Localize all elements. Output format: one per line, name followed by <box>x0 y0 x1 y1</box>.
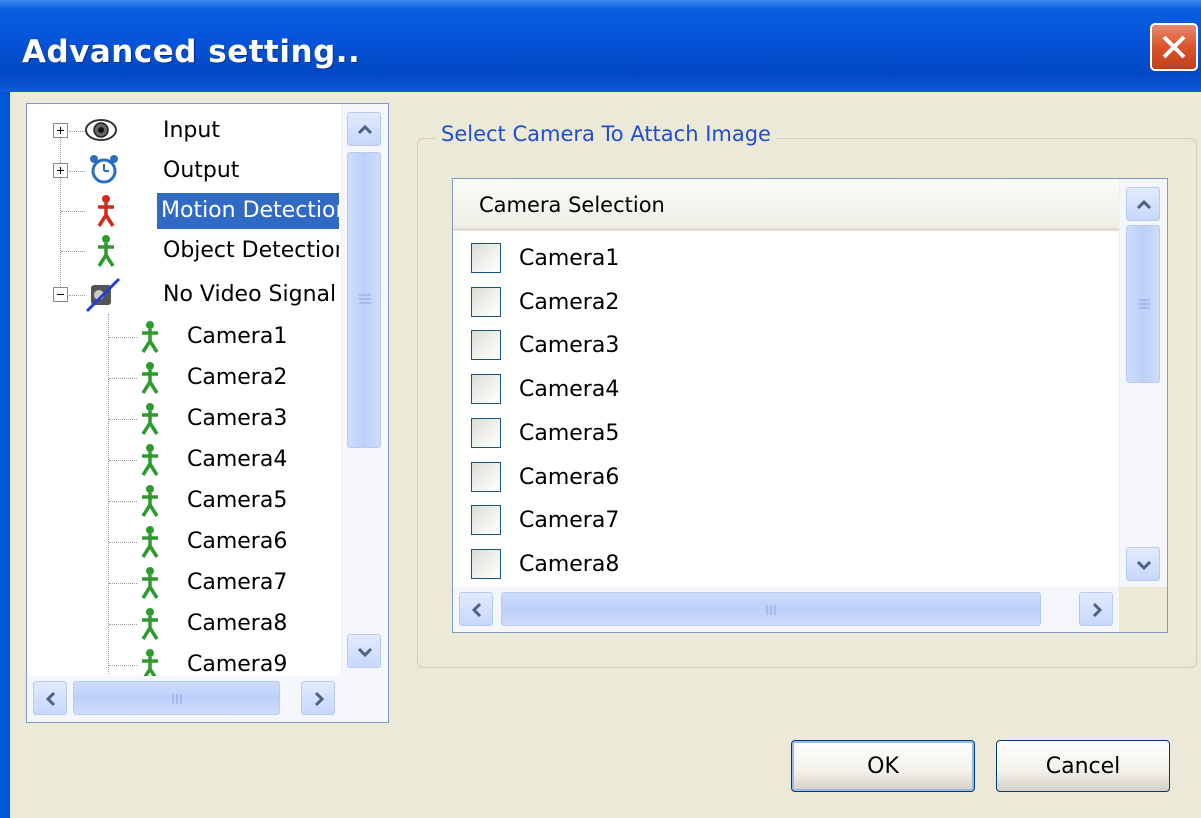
title-bar: Advanced setting.. <box>0 0 1201 92</box>
cancel-button[interactable]: Cancel <box>996 740 1170 792</box>
tree-item-label: Camera3 <box>187 406 288 431</box>
column-header-camera-selection[interactable]: Camera Selection <box>453 179 1119 231</box>
chevron-down-icon <box>357 647 373 658</box>
camera-checkbox[interactable] <box>471 286 501 317</box>
scroll-left-button[interactable] <box>459 592 493 626</box>
camera-person-icon <box>142 649 158 676</box>
expand-icon[interactable] <box>53 163 68 178</box>
scroll-thumb[interactable] <box>73 681 280 715</box>
camera-list[interactable]: Camera Selection Camera1 Camera2 Camera3 Ca… <box>452 178 1168 633</box>
list-item[interactable]: Camera1 <box>453 237 1119 280</box>
camera-person-icon <box>141 485 159 517</box>
camera-checkbox[interactable] <box>471 243 501 273</box>
scroll-left-button[interactable] <box>33 681 67 715</box>
tree-line <box>60 134 61 299</box>
camera-person-icon <box>141 362 159 394</box>
camera-checkbox[interactable] <box>471 461 501 492</box>
scroll-down-button[interactable] <box>1126 547 1160 581</box>
list-horizontal-scrollbar[interactable] <box>453 587 1119 632</box>
alarm-clock-icon <box>90 155 118 184</box>
tree-item-label: Camera8 <box>187 611 288 636</box>
tree-item-label: Object Detection <box>163 238 339 263</box>
window-frame <box>0 92 10 818</box>
scroll-down-button[interactable] <box>347 634 381 668</box>
list-item-label: Camera1 <box>519 246 620 271</box>
tree-item-label: Camera2 <box>187 365 288 390</box>
scroll-thumb[interactable] <box>501 592 1041 626</box>
tree-item-label: Camera6 <box>187 529 288 554</box>
window-title: Advanced setting.. <box>22 34 361 70</box>
camera-checkbox[interactable] <box>471 417 501 448</box>
close-icon <box>1162 35 1186 59</box>
scroll-thumb[interactable] <box>347 152 381 448</box>
expand-icon[interactable] <box>53 123 68 138</box>
chevron-up-icon <box>1136 199 1152 210</box>
list-item[interactable]: Camera4 <box>453 368 1119 411</box>
tree-item-label: Camera7 <box>187 570 288 595</box>
tree-horizontal-scrollbar[interactable] <box>27 676 388 722</box>
camera-person-icon <box>141 608 159 640</box>
tree-line <box>108 314 109 674</box>
list-item-label: Camera6 <box>519 464 620 490</box>
tree-item-label: Input <box>163 118 220 143</box>
chevron-left-icon <box>45 691 56 707</box>
no-video-icon <box>85 277 121 313</box>
list-vertical-scrollbar[interactable] <box>1119 179 1167 587</box>
scrollbar-corner <box>1119 587 1167 632</box>
red-person-icon <box>97 195 115 227</box>
chevron-left-icon <box>471 602 482 618</box>
chevron-down-icon <box>1136 560 1152 571</box>
group-title: Select Camera To Attach Image <box>435 122 777 146</box>
scroll-right-button[interactable] <box>1079 592 1113 626</box>
camera-person-icon <box>141 403 159 435</box>
camera-person-icon <box>141 444 159 476</box>
eye-icon <box>85 119 117 141</box>
list-item[interactable]: Camera5 <box>453 412 1119 455</box>
chevron-right-icon <box>1092 602 1103 618</box>
camera-checkbox[interactable] <box>471 548 501 579</box>
camera-checkbox[interactable] <box>471 374 501 405</box>
camera-person-icon <box>141 567 159 599</box>
tree-item-label: Camera4 <box>187 447 288 472</box>
tree-item-label: No Video Signal <box>163 282 337 307</box>
tree-item-label: Output <box>163 158 240 183</box>
list-item[interactable]: Camera6 <box>453 456 1119 499</box>
list-item-label: Camera4 <box>519 377 620 403</box>
settings-tree[interactable]: Input Output Motion Detection Object Det… <box>26 103 389 723</box>
list-item-label: Camera3 <box>519 333 620 359</box>
scroll-right-button[interactable] <box>301 681 335 715</box>
ok-button[interactable]: OK <box>791 740 975 792</box>
camera-checkbox[interactable] <box>471 330 501 361</box>
list-item-label: Camera5 <box>519 420 620 446</box>
list-item[interactable]: Camera2 <box>453 281 1119 324</box>
tree-item-label: Camera1 <box>187 324 288 349</box>
camera-person-icon <box>141 526 159 558</box>
list-item[interactable]: Camera8 <box>453 543 1119 586</box>
scroll-up-button[interactable] <box>347 112 381 146</box>
green-person-icon <box>97 235 115 267</box>
tree-item-label: Camera5 <box>187 488 288 513</box>
tree-item-label: Motion Detection <box>157 193 339 229</box>
chevron-up-icon <box>357 124 373 135</box>
close-button[interactable] <box>1150 23 1198 71</box>
list-item-label: Camera2 <box>519 289 620 315</box>
tree-vertical-scrollbar[interactable] <box>341 104 388 676</box>
list-item-label: Camera7 <box>519 508 620 534</box>
scroll-thumb[interactable] <box>1126 225 1160 383</box>
scroll-up-button[interactable] <box>1126 187 1160 221</box>
camera-person-icon <box>141 321 159 353</box>
list-item-label: Camera8 <box>519 551 620 577</box>
tree-item-label: Camera9 <box>187 652 288 676</box>
list-item[interactable]: Camera7 <box>453 499 1119 542</box>
list-item[interactable]: Camera3 <box>453 324 1119 367</box>
camera-checkbox[interactable] <box>471 505 501 536</box>
chevron-right-icon <box>314 691 325 707</box>
column-header-label: Camera Selection <box>479 193 665 217</box>
collapse-icon[interactable] <box>53 287 68 302</box>
